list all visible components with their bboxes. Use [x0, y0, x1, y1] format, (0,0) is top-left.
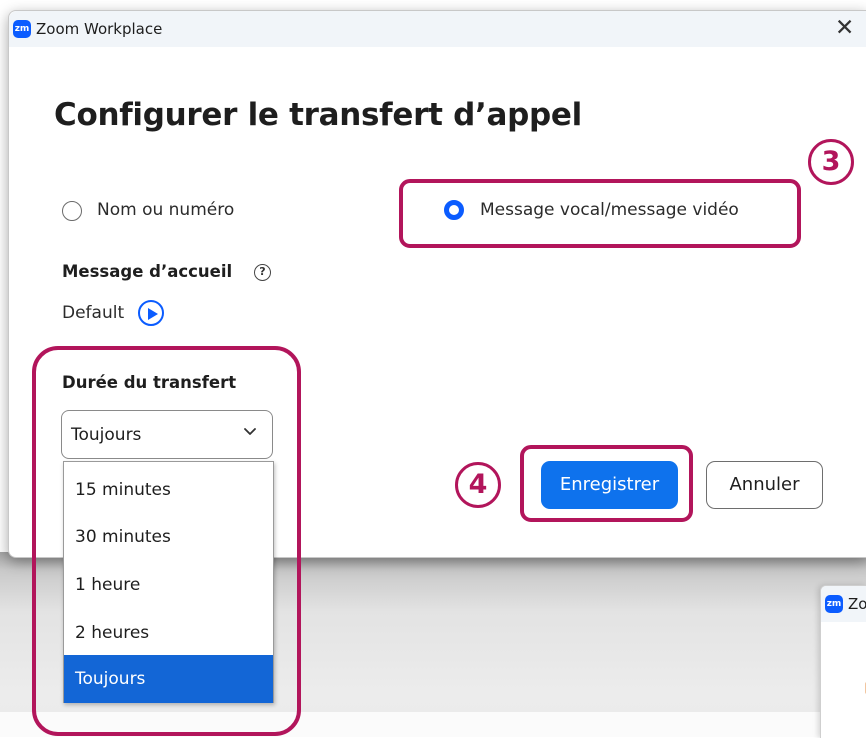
second-zoom-window: zm Zo: [820, 585, 866, 738]
greeting-value: Default: [62, 303, 125, 323]
step-4-badge: 4: [455, 462, 501, 508]
highlight-voicemail-option: [399, 179, 801, 248]
help-icon[interactable]: ?: [254, 264, 271, 281]
radio-name-or-number[interactable]: [62, 201, 82, 221]
window-title: Zoom Workplace: [36, 20, 163, 38]
second-window-titlebar: zm Zo: [821, 586, 866, 622]
cancel-button[interactable]: Annuler: [706, 461, 823, 509]
second-window-title: Zo: [848, 595, 866, 613]
zoom-logo-icon: zm: [13, 20, 31, 38]
close-icon[interactable]: ✕: [835, 15, 854, 41]
step-3-badge: 3: [808, 139, 854, 185]
highlight-save-button: [520, 445, 693, 522]
play-icon[interactable]: [138, 300, 164, 326]
window-titlebar: zm Zoom Workplace ✕: [9, 11, 866, 47]
zoom-logo-icon: zm: [825, 595, 843, 613]
radio-name-or-number-label[interactable]: Nom ou numéro: [97, 200, 234, 220]
highlight-duration-section: [32, 346, 301, 736]
dialog-heading: Configurer le transfert d’appel: [54, 97, 582, 133]
greeting-label: Message d’accueil: [62, 262, 233, 281]
